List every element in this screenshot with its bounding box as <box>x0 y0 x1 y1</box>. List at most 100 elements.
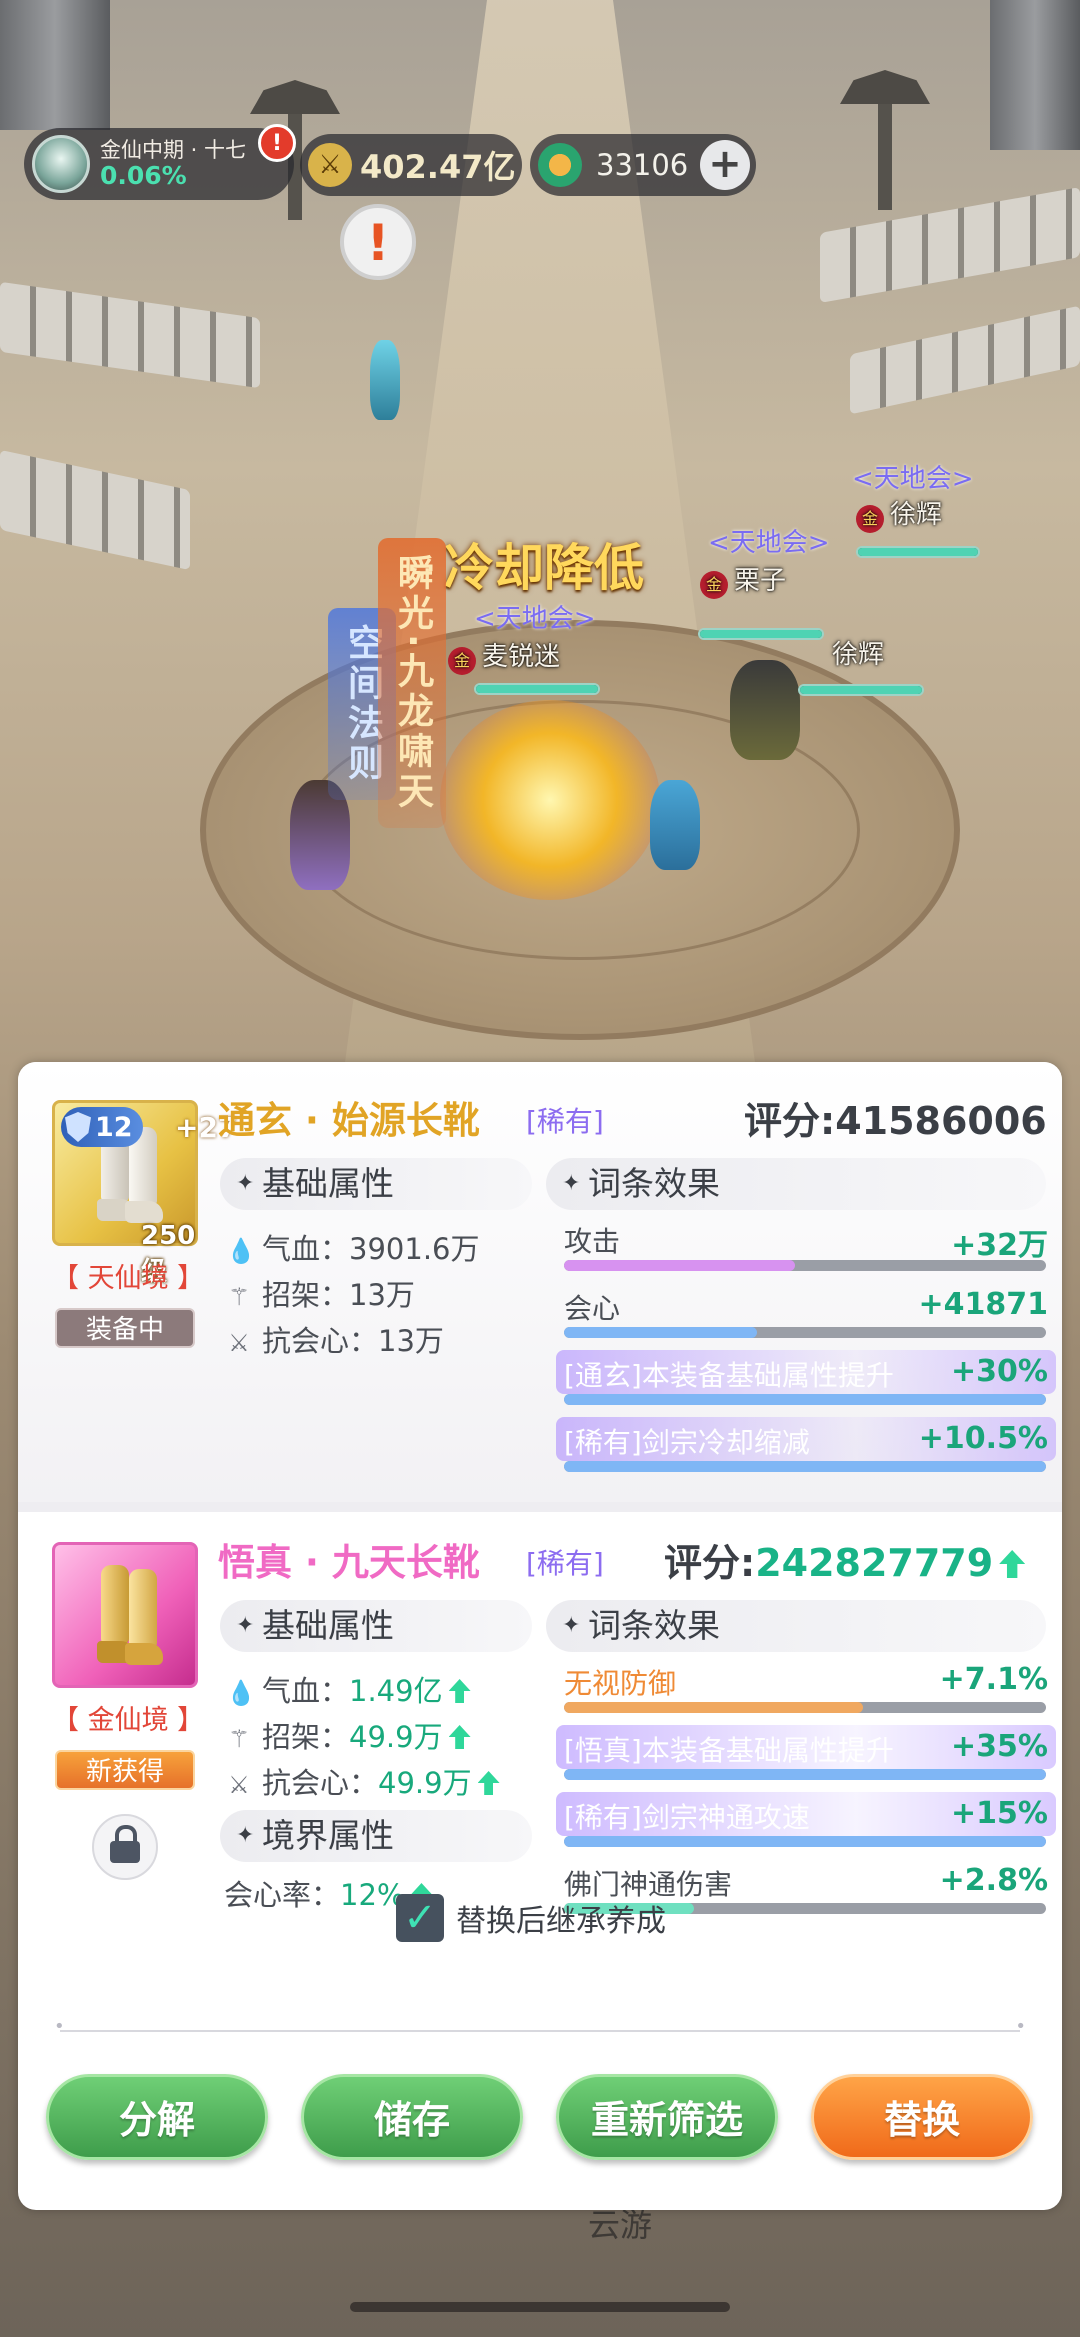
combat-power-value: 402.47亿 <box>360 148 516 186</box>
alert-badge-icon[interactable]: ! <box>258 124 296 162</box>
equipped-status-badge: 装备中 <box>55 1308 195 1348</box>
affix-header: 词条效果 <box>546 1600 1046 1652</box>
affix-row: [稀有]剑宗冷却缩减 +10.5% <box>546 1417 1056 1472</box>
candidate-rarity: [稀有] <box>526 1547 604 1580</box>
base-stat-row: 💧 气血：1.49亿 <box>226 1668 471 1710</box>
increase-arrow-icon <box>448 1679 471 1703</box>
lock-toggle-button[interactable] <box>92 1814 158 1880</box>
player-name: 栗子 <box>734 566 787 596</box>
equipped-item-icon[interactable]: 12 +27 250级 <box>52 1100 237 1287</box>
section-separator <box>18 1502 1062 1512</box>
combat-power-chip[interactable]: ⚔ 402.47亿 <box>300 134 522 196</box>
affix-bar <box>564 1461 1046 1472</box>
stone-pillar <box>0 0 110 130</box>
player-nameplate[interactable]: 金徐辉 <box>856 494 942 533</box>
stat-label: 招架： <box>262 1720 350 1754</box>
affix-value: +35% <box>951 1729 1048 1764</box>
inherit-upgrade-toggle[interactable]: ✓ 替换后继承养成 <box>396 1894 666 1942</box>
enemy-character[interactable] <box>730 660 800 760</box>
stat-label: 气血： <box>262 1232 350 1266</box>
affix-value: +32万 <box>951 1228 1048 1263</box>
affix-value: +2.8% <box>939 1863 1048 1898</box>
stat-label: 会心率： <box>224 1878 341 1912</box>
enemy-character[interactable] <box>650 780 700 870</box>
realm-progress-chip[interactable]: 金仙中期 · 十七 0.06% <box>24 128 294 200</box>
stone-pillar <box>990 0 1080 150</box>
stat-value: 12% <box>340 1878 405 1912</box>
base-stat-row: ⚚ 招架：13万 <box>226 1272 415 1314</box>
affix-label: [稀有]剑宗神通攻速 <box>564 1801 810 1834</box>
candidate-score: 评分:242827779 <box>664 1532 1026 1587</box>
player-name: 徐辉 <box>890 500 943 530</box>
home-indicator[interactable] <box>350 2302 730 2312</box>
affix-bar-fill <box>564 1702 863 1713</box>
equipped-score: 评分:41586006 <box>744 1090 1047 1145</box>
affix-value: +15% <box>951 1796 1048 1831</box>
affix-bar <box>564 1836 1046 1847</box>
score-label: 评分: <box>744 1099 836 1143</box>
candidate-item-icon[interactable] <box>52 1542 198 1688</box>
decompose-button[interactable]: 分解 <box>46 2074 268 2160</box>
refilter-button[interactable]: 重新筛选 <box>556 2074 778 2160</box>
affix-bar <box>564 1260 1046 1271</box>
skill-effect <box>440 700 660 900</box>
guild-tag: <天地会> <box>852 464 974 494</box>
blood-drop-icon: 💧 <box>226 1679 256 1707</box>
increase-arrow-icon <box>999 1550 1026 1578</box>
affix-value: +10.5% <box>918 1421 1048 1456</box>
pet-hp-bar <box>798 684 924 696</box>
add-currency-button[interactable]: + <box>700 140 750 190</box>
stat-label: 招架： <box>262 1278 350 1312</box>
stat-value: 49.9万 <box>378 1766 472 1800</box>
player-hp-bar <box>856 546 980 558</box>
unlock-icon <box>110 1825 140 1863</box>
boots-icon <box>97 1565 163 1665</box>
anti-crit-icon: ⚔ <box>228 1771 250 1799</box>
affix-label: [悟真]本装备基础属性提升 <box>564 1734 894 1767</box>
rank-badge-icon: 金 <box>700 570 728 599</box>
equipped-item-name: 通玄 · 始源长靴 <box>218 1099 480 1142</box>
skill-banner-nine-dragons: 瞬光·九龙啸天 <box>378 538 446 828</box>
parry-icon: ⚚ <box>228 1725 250 1753</box>
spirit-coin-icon <box>538 143 582 187</box>
stone-railing <box>850 305 1080 415</box>
affix-label: [通玄]本装备基础属性提升 <box>564 1359 894 1392</box>
enhance-level: 12 <box>95 1111 133 1143</box>
increase-arrow-icon <box>448 1725 471 1749</box>
distant-npc[interactable] <box>370 340 400 420</box>
checkmark-icon: ✓ <box>403 1895 437 1941</box>
inherit-checkbox[interactable]: ✓ <box>396 1894 444 1942</box>
stat-value: 1.49亿 <box>349 1674 443 1708</box>
replace-button[interactable]: 替换 <box>811 2074 1033 2160</box>
affix-bar <box>564 1769 1046 1780</box>
enhance-level-badge: 12 <box>61 1107 143 1147</box>
base-stat-row: 💧 气血：3901.6万 <box>226 1226 480 1268</box>
currency-chip[interactable]: 33106 + <box>530 134 756 196</box>
affix-row: 攻击 +32万 <box>546 1220 1048 1271</box>
affix-value: +41871 <box>918 1287 1048 1322</box>
candidate-item-name: 悟真 · 九天长靴 <box>218 1541 480 1584</box>
rank-badge-icon: 金 <box>448 646 476 675</box>
affix-bar-fill <box>564 1260 796 1271</box>
affix-label: 攻击 <box>564 1225 621 1258</box>
currency-amount: 33106 <box>596 148 689 182</box>
guild-tag: <天地会> <box>474 604 596 634</box>
stone-railing <box>0 281 260 389</box>
affix-value: +7.1% <box>939 1662 1048 1697</box>
realm-avatar-icon <box>32 135 90 193</box>
affix-label: 会心 <box>564 1292 621 1325</box>
store-button[interactable]: 储存 <box>301 2074 523 2160</box>
base-stat-row: ⚔ 抗会心：49.9万 <box>226 1760 500 1802</box>
realm-attr-header: 境界属性 <box>220 1810 532 1862</box>
quest-alert-icon[interactable]: ! <box>340 204 416 280</box>
shield-icon <box>65 1112 91 1142</box>
affix-bar <box>564 1394 1046 1405</box>
player-nameplate[interactable]: 金栗子 <box>700 560 786 599</box>
stat-value: 49.9万 <box>349 1720 443 1754</box>
player-nameplate[interactable]: 金麦锐迷 <box>448 636 560 675</box>
base-stat-row: ⚔ 抗会心：13万 <box>226 1318 444 1360</box>
affix-bar-fill <box>564 1836 1046 1847</box>
parry-icon: ⚚ <box>228 1283 250 1311</box>
stat-value: 3901.6万 <box>349 1232 480 1266</box>
cooldown-reduced-text: 冷却降低 <box>444 539 644 597</box>
